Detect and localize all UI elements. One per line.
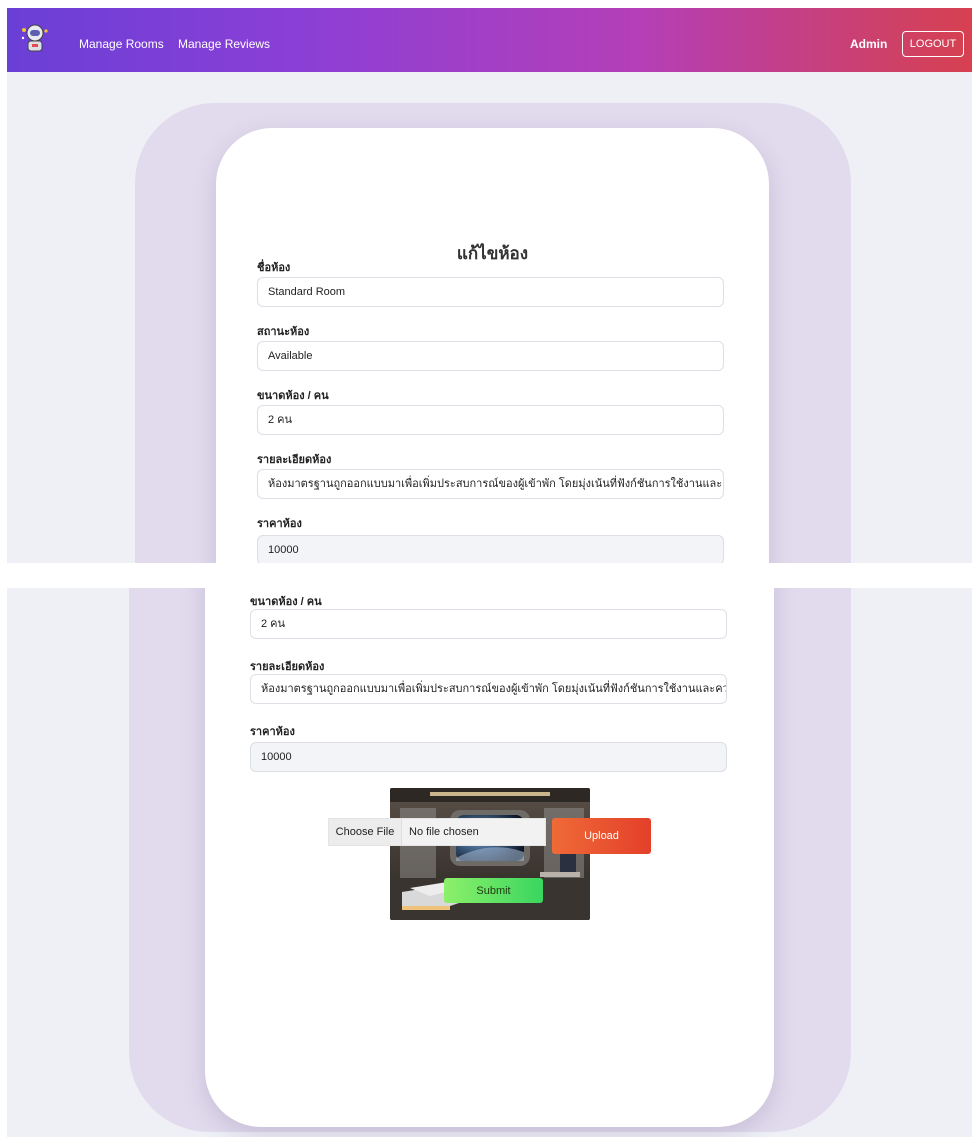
room-size-input[interactable]: 2 คน	[257, 405, 724, 435]
room-status-label: สถานะห้อง	[257, 326, 310, 338]
room-price-input[interactable]: 10000	[250, 742, 727, 772]
room-name-input[interactable]: Standard Room	[257, 277, 724, 307]
astronaut-icon[interactable]	[19, 22, 51, 54]
room-detail-input[interactable]: ห้องมาตรฐานถูกออกแบบมาเพื่อเพิ่มประสบการ…	[257, 469, 724, 499]
admin-user-name: Admin	[850, 37, 888, 51]
screenshot-bottom: ขนาดห้อง / คน 2 คน รายละเอียดห้อง ห้องมา…	[7, 588, 972, 1137]
room-size-input[interactable]: 2 คน	[250, 609, 727, 639]
upload-button[interactable]: Upload	[552, 818, 651, 854]
file-picker[interactable]: Choose File No file chosen	[328, 818, 546, 846]
room-price-input[interactable]: 10000	[257, 535, 724, 563]
room-size-label: ขนาดห้อง / คน	[250, 596, 322, 608]
room-detail-label: รายละเอียดห้อง	[250, 661, 325, 673]
room-name-label: ชื่อห้อง	[257, 262, 291, 274]
edit-room-card: ขนาดห้อง / คน 2 คน รายละเอียดห้อง ห้องมา…	[205, 588, 774, 1127]
room-detail-input[interactable]: ห้องมาตรฐานถูกออกแบบมาเพื่อเพิ่มประสบการ…	[250, 674, 727, 704]
room-status-input[interactable]: Available	[257, 341, 724, 371]
top-navbar: Manage Rooms Manage Reviews Admin LOGOUT	[7, 8, 972, 72]
screenshot-top: Manage Rooms Manage Reviews Admin LOGOUT…	[7, 8, 972, 563]
room-price-label: ราคาห้อง	[250, 726, 295, 738]
choose-file-button[interactable]: Choose File	[329, 819, 402, 845]
room-detail-label: รายละเอียดห้อง	[257, 454, 332, 466]
room-price-label: ราคาห้อง	[257, 518, 302, 530]
file-status-text: No file chosen	[409, 826, 479, 838]
submit-button[interactable]: Submit	[444, 878, 543, 903]
edit-room-card: แก้ไขห้อง ชื่อห้อง Standard Room สถานะห้…	[216, 128, 769, 563]
page-title: แก้ไขห้อง	[456, 244, 529, 263]
room-size-label: ขนาดห้อง / คน	[257, 390, 329, 402]
nav-manage-rooms[interactable]: Manage Rooms	[79, 37, 164, 51]
logout-button[interactable]: LOGOUT	[902, 31, 964, 57]
nav-manage-reviews[interactable]: Manage Reviews	[178, 37, 270, 51]
